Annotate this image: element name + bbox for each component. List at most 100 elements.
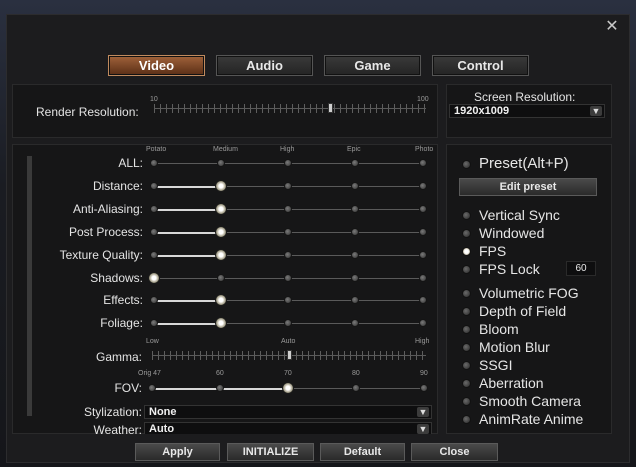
quality-step-dot[interactable] (351, 228, 359, 236)
fov-selected-knob[interactable] (282, 382, 294, 394)
quality-step-dot[interactable] (419, 296, 427, 304)
gamma-handle[interactable] (287, 350, 292, 360)
quality-step-dot[interactable] (284, 274, 292, 282)
tab-control[interactable]: Control (432, 55, 529, 76)
fov-tick-label: 90 (420, 370, 428, 377)
stylization-dropdown[interactable]: None ▼ (144, 405, 432, 419)
fov-step-dot[interactable] (148, 384, 156, 392)
quality-step-dot[interactable] (284, 296, 292, 304)
option-label: Aberration (479, 375, 544, 391)
fov-step-dot[interactable] (352, 384, 360, 392)
render-max-label: 100 (417, 96, 429, 103)
fov-step-dot[interactable] (420, 384, 428, 392)
scrollbar[interactable] (27, 156, 32, 416)
quality-level-label: Photo (415, 146, 434, 153)
option-label: Windowed (479, 225, 545, 241)
quality-step-dot[interactable] (217, 159, 225, 167)
option-radio[interactable] (462, 229, 471, 238)
quality-step-dot[interactable] (351, 159, 359, 167)
quality-step-dot[interactable] (284, 182, 292, 190)
quality-step-dot[interactable] (150, 205, 158, 213)
screen-resolution-dropdown[interactable]: 1920x1009 ▼ (449, 104, 605, 118)
quality-row-label: Distance: (92, 179, 143, 193)
quality-step-dot[interactable] (217, 274, 225, 282)
option-radio[interactable] (462, 361, 471, 370)
option-radio[interactable] (462, 397, 471, 406)
quality-row-fill (154, 185, 221, 188)
quality-row-label: Effects: (103, 293, 143, 307)
quality-selected-knob[interactable] (215, 317, 227, 329)
preset-radio[interactable] (462, 160, 471, 169)
quality-selected-knob[interactable] (215, 294, 227, 306)
option-radio[interactable] (462, 415, 471, 424)
quality-step-dot[interactable] (419, 228, 427, 236)
quality-step-dot[interactable] (150, 159, 158, 167)
tab-video[interactable]: Video (108, 55, 205, 76)
option-radio[interactable] (462, 247, 471, 256)
initialize-button[interactable]: INITIALIZE (227, 443, 314, 461)
option-label: AnimRate Anime (479, 411, 584, 427)
option-radio[interactable] (462, 325, 471, 334)
close-button[interactable]: Close (411, 443, 498, 461)
quality-row-fill (154, 254, 221, 257)
quality-step-dot[interactable] (284, 319, 292, 327)
quality-step-dot[interactable] (351, 205, 359, 213)
gamma-label: Gamma: (95, 350, 142, 364)
tab-game[interactable]: Game (324, 55, 421, 76)
fov-tick-label: Orig 47 (138, 370, 161, 377)
quality-step-dot[interactable] (419, 159, 427, 167)
fov-label: FOV: (114, 381, 142, 395)
fps-lock-input[interactable]: 60 (566, 261, 596, 276)
default-button[interactable]: Default (320, 443, 405, 461)
quality-step-dot[interactable] (284, 205, 292, 213)
tab-audio[interactable]: Audio (216, 55, 313, 76)
quality-step-dot[interactable] (150, 251, 158, 259)
option-radio[interactable] (462, 379, 471, 388)
option-radio[interactable] (462, 265, 471, 274)
edit-preset-button[interactable]: Edit preset (459, 178, 597, 196)
render-resolution-handle[interactable] (328, 103, 333, 113)
quality-selected-knob[interactable] (215, 180, 227, 192)
quality-step-dot[interactable] (419, 319, 427, 327)
option-label: SSGI (479, 357, 513, 373)
quality-step-dot[interactable] (284, 251, 292, 259)
quality-step-dot[interactable] (351, 274, 359, 282)
quality-level-label: High (280, 146, 295, 153)
quality-step-dot[interactable] (419, 205, 427, 213)
fov-step-dot[interactable] (216, 384, 224, 392)
quality-row-label: Anti-Aliasing: (72, 202, 143, 216)
quality-step-dot[interactable] (150, 228, 158, 236)
quality-step-dot[interactable] (351, 296, 359, 304)
quality-level-label: Medium (213, 146, 238, 153)
option-radio[interactable] (462, 289, 471, 298)
option-label: Vertical Sync (479, 207, 560, 223)
quality-selected-knob[interactable] (148, 272, 160, 284)
option-radio[interactable] (462, 307, 471, 316)
quality-step-dot[interactable] (419, 274, 427, 282)
quality-selected-knob[interactable] (215, 226, 227, 238)
weather-dropdown[interactable]: Auto ▼ (144, 422, 432, 434)
close-icon[interactable]: ✕ (603, 18, 621, 36)
quality-step-dot[interactable] (351, 319, 359, 327)
option-label: FPS (479, 243, 507, 259)
quality-step-dot[interactable] (150, 296, 158, 304)
screen-resolution-value: 1920x1009 (454, 105, 510, 117)
quality-step-dot[interactable] (150, 182, 158, 190)
quality-step-dot[interactable] (419, 182, 427, 190)
quality-selected-knob[interactable] (215, 203, 227, 215)
quality-step-dot[interactable] (150, 319, 158, 327)
quality-selected-knob[interactable] (215, 249, 227, 261)
stylization-label: Stylization: (83, 405, 142, 419)
quality-step-dot[interactable] (351, 182, 359, 190)
apply-button[interactable]: Apply (135, 443, 220, 461)
quality-row-label: Texture Quality: (59, 248, 143, 262)
option-radio[interactable] (462, 343, 471, 352)
quality-step-dot[interactable] (419, 251, 427, 259)
weather-label: Weather: (93, 423, 142, 434)
option-radio[interactable] (462, 211, 471, 220)
quality-step-dot[interactable] (284, 228, 292, 236)
quality-step-dot[interactable] (284, 159, 292, 167)
quality-step-dot[interactable] (351, 251, 359, 259)
chevron-down-icon: ▼ (417, 407, 429, 417)
quality-row-fill (154, 299, 221, 302)
